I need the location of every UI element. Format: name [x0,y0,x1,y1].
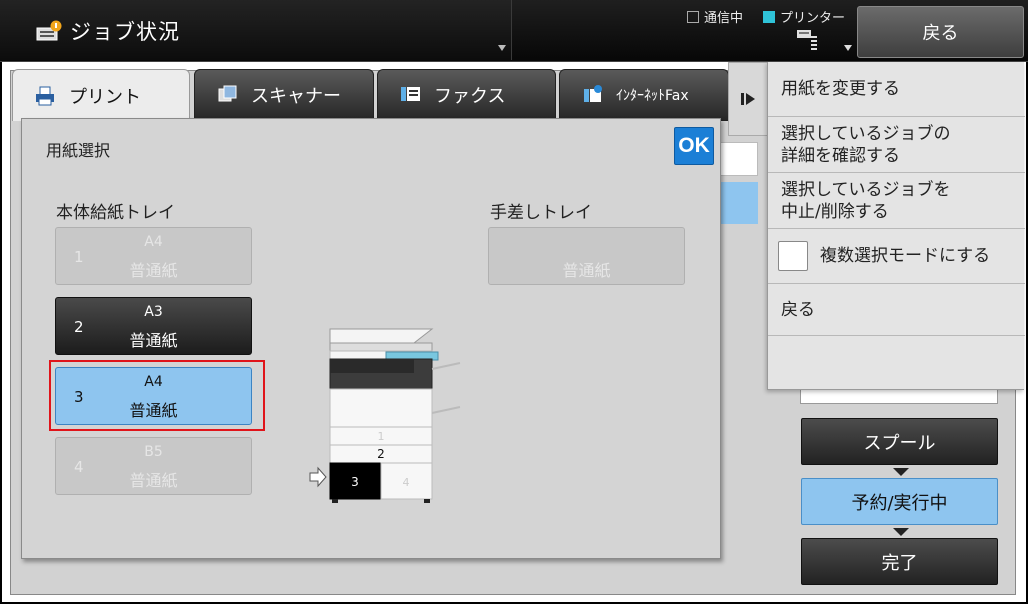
legend-comm-label: 通信中 [704,11,744,26]
tab-fax[interactable]: ファクス [377,69,556,121]
legend-printer-label: プリンター [780,11,846,26]
tray-paper-size: A4 [144,374,163,390]
ok-button[interactable]: OK [674,127,714,165]
tray-3-button[interactable]: 3 A4 普通紙 [55,367,252,425]
printer-status-icon[interactable] [796,28,820,50]
tray-1-button: 1 A4 普通紙 [55,227,252,285]
tray-paper-type: 普通紙 [129,261,178,280]
tray-paper-size: A3 [144,304,163,320]
action-menu: 用紙を変更する 選択しているジョブの 詳細を確認する 選択しているジョブを 中止… [767,62,1025,390]
paper-select-dialog: 用紙選択 OK 本体給紙トレイ 手差しトレイ 1 A4 普通紙 2 A3 普通紙… [21,118,721,559]
diagram-body [329,388,433,428]
tab-scanner[interactable]: スキャナー [194,69,374,121]
menu-item-label: 選択しているジョブの 詳細を確認する [781,123,951,166]
printer-diagram: 1 2 3 4 [309,328,461,503]
diagram-tray-1-label: 1 [378,430,385,443]
legend-comm-swatch [687,10,699,23]
menu-item-label: 戻る [781,299,815,320]
menu-stop-delete-job[interactable]: 選択しているジョブを 中止/削除する [768,173,1025,229]
legend-printer: プリンター [763,7,845,26]
tab-internet-fax-label: ｲﾝﾀｰﾈｯﾄFax [616,88,689,104]
diagram-output-slot [330,359,414,373]
diagram-document-feeder [329,328,434,344]
diagram-foot [332,499,338,503]
print-tab-icon [36,86,54,105]
dialog-title: 用紙選択 [46,141,111,160]
diagram-exit-tray [431,362,461,370]
tray-paper-type: 普通紙 [129,471,178,490]
status-complete-button[interactable]: 完了 [801,538,998,585]
tab-internet-fax[interactable]: ｲﾝﾀｰﾈｯﾄFax [559,69,729,121]
diagram-foot [424,499,430,503]
diagram-tray-4-label: 4 [403,476,410,489]
chevron-down-icon[interactable] [844,45,852,51]
legend-printer-swatch [763,10,775,23]
tray-2-button[interactable]: 2 A3 普通紙 [55,297,252,355]
tray-paper-size: B5 [144,444,163,460]
diagram-tray-3-label: 3 [351,475,359,489]
menu-change-paper[interactable]: 用紙を変更する [768,62,1025,117]
bypass-tray-button: 普通紙 [488,227,685,285]
fax-tab-icon [401,87,420,101]
job-list-field [718,142,758,176]
tray-paper-type: 普通紙 [129,331,178,350]
scanner-tab-icon [218,85,237,102]
flow-arrow-icon [893,528,909,536]
menu-multi-select-mode[interactable]: 複数選択モードにする [768,229,1025,284]
bypass-tray-label: 手差しトレイ [490,203,592,223]
header-bar: ジョブ状況 通信中 プリンター 戻る [0,0,1028,62]
diagram-bypass-tray [431,406,461,414]
tab-fax-label: ファクス [434,86,506,107]
menu-item-label: 選択しているジョブを 中止/削除する [781,179,951,222]
tab-print[interactable]: プリント [12,69,190,121]
legend-communicating: 通信中 [687,7,743,26]
page-title: ジョブ状況 [70,20,180,44]
flow-arrow-icon [893,468,909,476]
tab-print-label: プリント [69,86,141,108]
job-status-icon [36,20,62,41]
tray-paper-type: 普通紙 [129,401,178,420]
job-list-selected-row[interactable] [718,182,758,224]
menu-view-job-details[interactable]: 選択しているジョブの 詳細を確認する [768,117,1025,173]
chevron-down-icon [498,45,506,51]
internet-fax-tab-icon [584,85,602,102]
bypass-paper-type: 普通紙 [562,261,611,280]
tab-scanner-label: スキャナー [251,86,341,107]
main-tray-label: 本体給紙トレイ [56,203,175,223]
diagram-scanner-top [329,342,433,352]
selected-tray-pointer-icon [309,466,327,488]
action-menu-toggle-button[interactable] [728,62,768,136]
screen-title-button[interactable]: ジョブ状況 [0,0,512,60]
collapse-menu-icon [741,93,755,105]
status-spool-button[interactable]: スプール [801,418,998,465]
status-queue-button[interactable]: 予約/実行中 [801,478,998,525]
back-button[interactable]: 戻る [857,6,1024,58]
multi-select-checkbox[interactable] [778,241,808,271]
diagram-tray-2-label: 2 [377,447,385,461]
menu-back[interactable]: 戻る [768,284,1025,336]
menu-item-label: 用紙を変更する [781,79,900,99]
tray-paper-size: A4 [144,234,163,250]
menu-item-label: 複数選択モードにする [820,246,991,266]
tray-4-button: 4 B5 普通紙 [55,437,252,495]
